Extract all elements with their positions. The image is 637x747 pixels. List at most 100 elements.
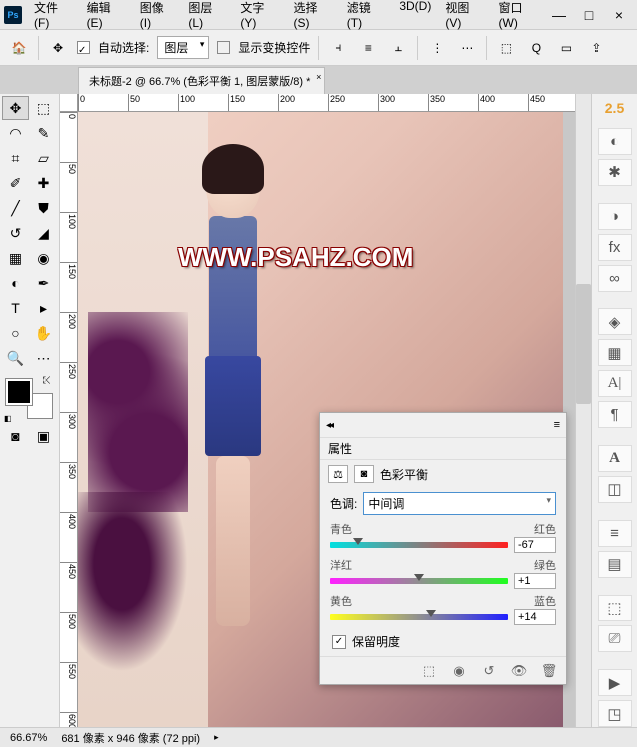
marquee-tool[interactable]: ⬚ xyxy=(30,96,57,120)
slider-track[interactable] xyxy=(330,578,508,584)
hand-tool[interactable]: ✋ xyxy=(30,321,57,345)
vertical-scrollbar[interactable] xyxy=(575,94,591,727)
quick-mask-tool[interactable]: ◙ xyxy=(2,424,29,448)
properties-panel-icon[interactable]: ◫ xyxy=(598,476,632,503)
history-brush-tool[interactable]: ↺ xyxy=(2,221,29,245)
mask-icon[interactable]: ◙ xyxy=(354,465,374,483)
align-middle-icon[interactable]: ≡ xyxy=(357,37,379,59)
zoom-level[interactable]: 66.67% xyxy=(10,732,47,744)
scrollbar-thumb[interactable] xyxy=(576,284,591,404)
foreground-color[interactable] xyxy=(6,379,32,405)
type-tool[interactable]: T xyxy=(2,296,29,320)
panel-menu-icon[interactable]: ≡ xyxy=(554,419,560,431)
channels-panel-icon[interactable]: ▦ xyxy=(598,339,632,366)
swatches-panel-icon[interactable]: ✱ xyxy=(598,159,632,186)
move-tool[interactable]: ✥ xyxy=(2,96,29,120)
eyedropper-tool[interactable]: ✐ xyxy=(2,171,29,195)
visibility-icon[interactable]: 👁 xyxy=(508,663,530,679)
blur-tool[interactable]: ◉ xyxy=(30,246,57,270)
healing-tool[interactable]: ✚ xyxy=(30,171,57,195)
slider-track[interactable] xyxy=(330,614,508,620)
quick-select-tool[interactable]: ✎ xyxy=(30,121,57,145)
menu-select[interactable]: 选择(S) xyxy=(290,0,337,32)
stamp-tool[interactable]: ⛊ xyxy=(30,196,57,220)
auto-select-target[interactable]: 图层 xyxy=(157,36,209,59)
view-previous-icon[interactable]: ◉ xyxy=(448,663,470,679)
actions-panel-icon[interactable]: ≡ xyxy=(598,520,632,547)
workspace-icon[interactable]: ▭ xyxy=(555,37,577,59)
menu-layer[interactable]: 图层(L) xyxy=(184,0,230,32)
menu-filter[interactable]: 滤镜(T) xyxy=(343,0,390,32)
frame-tool[interactable]: ▱ xyxy=(30,146,57,170)
move-tool-icon[interactable]: ✥ xyxy=(47,37,69,59)
distribute-h-icon[interactable]: ⋮ xyxy=(426,37,448,59)
home-icon[interactable]: 🏠 xyxy=(8,37,30,59)
close-button[interactable]: × xyxy=(605,4,633,26)
tone-select[interactable]: 中间调 ▾ xyxy=(363,492,556,515)
layers-panel-icon[interactable]: ◈ xyxy=(598,308,632,335)
timeline-icon[interactable]: ◳ xyxy=(598,700,632,727)
play-icon[interactable]: ▶ xyxy=(598,669,632,696)
default-colors-icon[interactable]: ◧ xyxy=(4,414,12,423)
color-panel-icon[interactable]: ◐ xyxy=(598,128,632,155)
ruler-vertical[interactable]: 0 50 100 150 200 250 300 350 400 450 500… xyxy=(60,112,78,727)
color-swatches[interactable]: ⤪ ◧ xyxy=(2,375,57,423)
trash-icon[interactable]: 🗑 xyxy=(538,663,560,679)
swap-colors-icon[interactable]: ⤪ xyxy=(43,375,51,386)
lasso-tool[interactable]: ◠ xyxy=(2,121,29,145)
ruler-horizontal[interactable]: 0 50 100 150 200 250 300 350 400 450 500… xyxy=(78,94,591,112)
menu-file[interactable]: 文件(F) xyxy=(30,0,77,32)
distribute-v-icon[interactable]: ⋯ xyxy=(456,37,478,59)
edit-toolbar[interactable]: ⋯ xyxy=(30,346,57,370)
eraser-tool[interactable]: ◢ xyxy=(30,221,57,245)
minimize-button[interactable]: — xyxy=(545,4,573,26)
history-panel-icon[interactable]: ▤ xyxy=(598,551,632,578)
character-panel-icon[interactable]: A| xyxy=(598,370,632,397)
align-top-icon[interactable]: ⫞ xyxy=(327,37,349,59)
adjustments-panel-icon[interactable]: ◑ xyxy=(598,203,632,230)
auto-select-checkbox[interactable]: ✓ xyxy=(77,41,90,54)
panel-header[interactable]: ◂◂ ≡ xyxy=(320,413,566,437)
3d-mode-icon[interactable]: ⬚ xyxy=(495,37,517,59)
path-select-tool[interactable]: ▸ xyxy=(30,296,57,320)
shape-tool[interactable]: ○ xyxy=(2,321,29,345)
maximize-button[interactable]: □ xyxy=(575,4,603,26)
slider-value-input[interactable]: +1 xyxy=(514,573,556,589)
preserve-checkbox[interactable]: ✓ xyxy=(332,635,346,649)
tool-presets-icon[interactable]: ⬚ xyxy=(598,595,632,622)
links-panel-icon[interactable]: ∞ xyxy=(598,265,632,292)
brushes-panel-icon[interactable]: ⎚ xyxy=(598,625,632,652)
ruler-origin[interactable] xyxy=(60,94,78,112)
glyphs-panel-icon[interactable]: A xyxy=(598,445,632,472)
balance-icon[interactable]: ⚖ xyxy=(328,465,348,483)
slider-track[interactable] xyxy=(330,542,508,548)
menu-3d[interactable]: 3D(D) xyxy=(395,0,435,32)
collapse-icon[interactable]: ◂◂ xyxy=(326,420,332,431)
menu-edit[interactable]: 编辑(E) xyxy=(83,0,130,32)
slider-value-input[interactable]: -67 xyxy=(514,537,556,553)
styles-panel-icon[interactable]: fx xyxy=(598,234,632,261)
crop-tool[interactable]: ⌗ xyxy=(2,146,29,170)
zoom-tool[interactable]: 🔍 xyxy=(2,346,29,370)
brush-tool[interactable]: ╱ xyxy=(2,196,29,220)
menu-image[interactable]: 图像(I) xyxy=(136,0,179,32)
menu-view[interactable]: 视图(V) xyxy=(441,0,488,32)
pen-tool[interactable]: ✒ xyxy=(30,271,57,295)
align-bottom-icon[interactable]: ⫠ xyxy=(387,37,409,59)
panel-tab[interactable]: 属性 xyxy=(320,437,566,460)
share-icon[interactable]: ⇪ xyxy=(585,37,607,59)
dodge-tool[interactable]: ◐ xyxy=(2,271,29,295)
slider-value-input[interactable]: +14 xyxy=(514,609,556,625)
reset-icon[interactable]: ↺ xyxy=(478,663,500,679)
document-dimensions[interactable]: 681 像素 x 946 像素 (72 ppi) xyxy=(61,730,200,746)
tab-close-icon[interactable]: × xyxy=(316,72,321,82)
show-transform-checkbox[interactable] xyxy=(217,41,230,54)
clip-to-layer-icon[interactable]: ⬚ xyxy=(418,663,440,679)
gradient-tool[interactable]: ▦ xyxy=(2,246,29,270)
menu-window[interactable]: 窗口(W) xyxy=(495,0,545,32)
screen-mode-tool[interactable]: ▣ xyxy=(30,424,57,448)
slider-thumb[interactable] xyxy=(414,574,424,581)
document-tab[interactable]: 未标题-2 @ 66.7% (色彩平衡 1, 图层蒙版/8) * × xyxy=(78,67,325,94)
search-icon[interactable]: Q xyxy=(525,37,547,59)
status-chevron-icon[interactable]: ▸ xyxy=(214,732,219,743)
